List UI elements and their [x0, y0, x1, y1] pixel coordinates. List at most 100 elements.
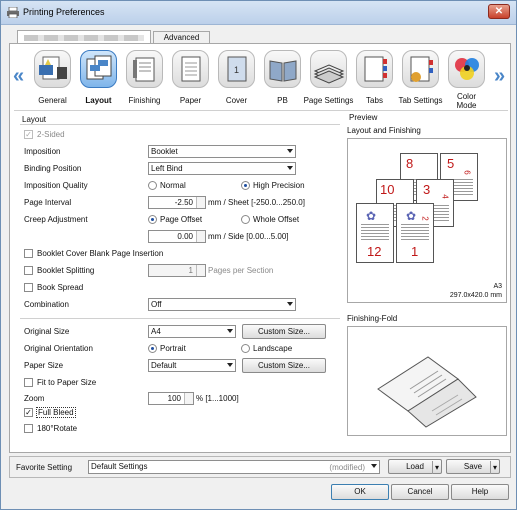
original-size-value: A4 — [151, 327, 161, 336]
chevron-down-icon[interactable]: ▾ — [489, 461, 497, 474]
imposition-select[interactable]: Booklet — [148, 145, 296, 158]
close-button[interactable]: ✕ — [488, 4, 510, 19]
paper-name: A3 — [493, 283, 502, 290]
chevron-down-icon — [227, 329, 233, 333]
toolbar-tabs[interactable]: Tabs — [352, 48, 397, 108]
creep-unit: mm / Side [0.00...5.00] — [208, 232, 289, 241]
finishing-preview — [347, 326, 507, 436]
divider — [20, 124, 340, 125]
cancel-button[interactable]: Cancel — [391, 484, 449, 500]
quality-high-radio[interactable] — [241, 181, 250, 190]
divider — [14, 110, 508, 111]
tab-strip: Advanced — [17, 30, 507, 44]
layout-icon — [80, 50, 117, 88]
creep-whole-offset-label: Whole Offset — [253, 215, 300, 224]
creep-value: 0.00 — [177, 232, 193, 241]
pages-per-section-value: 1 — [188, 266, 193, 275]
full-bleed-label: Full Bleed — [36, 407, 76, 418]
help-button[interactable]: Help — [451, 484, 509, 500]
combination-select[interactable]: Off — [148, 298, 296, 311]
ok-button[interactable]: OK — [331, 484, 389, 500]
original-size-select[interactable]: A4 — [148, 325, 236, 338]
window-title: Printing Preferences — [23, 7, 105, 17]
page-interval-input[interactable]: -2.50 — [148, 196, 206, 209]
preview-section-title: Preview — [349, 113, 378, 122]
zoom-input[interactable]: 100 — [148, 392, 194, 405]
combination-label: Combination — [24, 300, 69, 309]
toolbar-tab-settings[interactable]: Tab Settings — [398, 48, 443, 108]
fit-to-paper-checkbox[interactable] — [24, 378, 33, 387]
page-interval-label: Page Interval — [24, 198, 72, 207]
creep-page-offset-radio[interactable] — [148, 215, 157, 224]
scroll-left-icon[interactable]: « — [13, 66, 24, 86]
spinner-icon[interactable] — [196, 197, 205, 208]
quality-high-label: High Precision — [253, 181, 305, 190]
general-icon — [34, 50, 71, 88]
divider — [20, 318, 340, 319]
booklet-splitting-checkbox[interactable] — [24, 266, 33, 275]
cover-blank-checkbox[interactable] — [24, 249, 33, 258]
imposition-value: Booklet — [151, 147, 178, 156]
creep-whole-offset-radio[interactable] — [241, 215, 250, 224]
page-text-lines — [401, 222, 429, 240]
chevron-down-icon — [287, 166, 293, 170]
pages-per-section-input[interactable]: 1 — [148, 264, 206, 277]
toolbar-paper[interactable]: Paper — [168, 48, 213, 108]
page-number: 8 — [406, 156, 414, 171]
layout-section-title: Layout — [22, 115, 47, 124]
paper-size-select[interactable]: Default — [148, 359, 236, 372]
chevron-down-icon[interactable]: ▾ — [431, 461, 439, 474]
binding-position-select[interactable]: Left Bind — [148, 162, 296, 175]
paper-icon — [172, 50, 209, 88]
book-spread-checkbox[interactable] — [24, 283, 33, 292]
paper-dimensions: 297.0x420.0 mm — [449, 292, 502, 299]
tab-main-label-obscured — [24, 35, 144, 41]
page-number: 4 — [440, 194, 450, 199]
page-number: 5 — [447, 156, 455, 171]
toolbar-pb[interactable]: PB — [260, 48, 305, 108]
zoom-value: 100 — [167, 394, 181, 403]
binding-position-value: Left Bind — [151, 164, 183, 173]
book-spread-label: Book Spread — [37, 283, 84, 292]
toolbar-color-mode[interactable]: Color Mode — [444, 48, 489, 110]
function-toolbar: « General Layout Finishing Paper 1 Cover… — [10, 48, 510, 110]
spinner-icon[interactable] — [196, 265, 205, 276]
load-button[interactable]: Load ▾ — [388, 459, 442, 474]
layout-finishing-label: Layout and Finishing — [347, 126, 421, 135]
toolbar-page-settings[interactable]: Page Settings — [304, 48, 353, 108]
orientation-landscape-radio[interactable] — [241, 344, 250, 353]
toolbar-finishing[interactable]: Finishing — [122, 48, 167, 108]
combination-value: Off — [151, 300, 162, 309]
save-button[interactable]: Save ▾ — [446, 459, 500, 474]
flower-image-icon: ✿ — [366, 209, 377, 223]
preview-page: ✿ 12 — [356, 203, 394, 263]
full-bleed-checkbox[interactable]: ✓ — [24, 408, 33, 417]
cover-icon: 1 — [218, 50, 255, 88]
scroll-right-icon[interactable]: » — [494, 66, 505, 86]
page-number: 6 — [462, 170, 472, 175]
svg-text:1: 1 — [234, 65, 239, 75]
favorite-setting-select[interactable]: Default Settings (modified) — [88, 460, 380, 474]
custom-size-button-paper[interactable]: Custom Size... — [242, 358, 326, 373]
two-sided-checkbox[interactable]: ✓ — [24, 130, 33, 139]
rotate-180-checkbox[interactable] — [24, 424, 33, 433]
toolbar-general[interactable]: General — [30, 48, 75, 108]
creep-value-input[interactable]: 0.00 — [148, 230, 206, 243]
original-size-label: Original Size — [24, 327, 70, 336]
creep-page-offset-label: Page Offset — [160, 215, 203, 224]
pages-per-section-unit: Pages per Section — [208, 266, 274, 275]
fold-illustration — [377, 356, 477, 428]
tab-main[interactable] — [17, 30, 151, 44]
perfect-binding-icon — [264, 50, 301, 88]
page-number: 3 — [423, 182, 431, 197]
orientation-portrait-radio[interactable] — [148, 344, 157, 353]
custom-size-button-original[interactable]: Custom Size... — [242, 324, 326, 339]
spinner-icon[interactable] — [196, 231, 205, 242]
load-label: Load — [406, 462, 424, 471]
toolbar-label: Color Mode — [456, 92, 477, 110]
toolbar-layout[interactable]: Layout — [76, 48, 121, 108]
spinner-icon[interactable] — [184, 393, 193, 404]
chevron-down-icon — [227, 363, 233, 367]
quality-normal-radio[interactable] — [148, 181, 157, 190]
toolbar-cover[interactable]: 1 Cover — [214, 48, 259, 108]
